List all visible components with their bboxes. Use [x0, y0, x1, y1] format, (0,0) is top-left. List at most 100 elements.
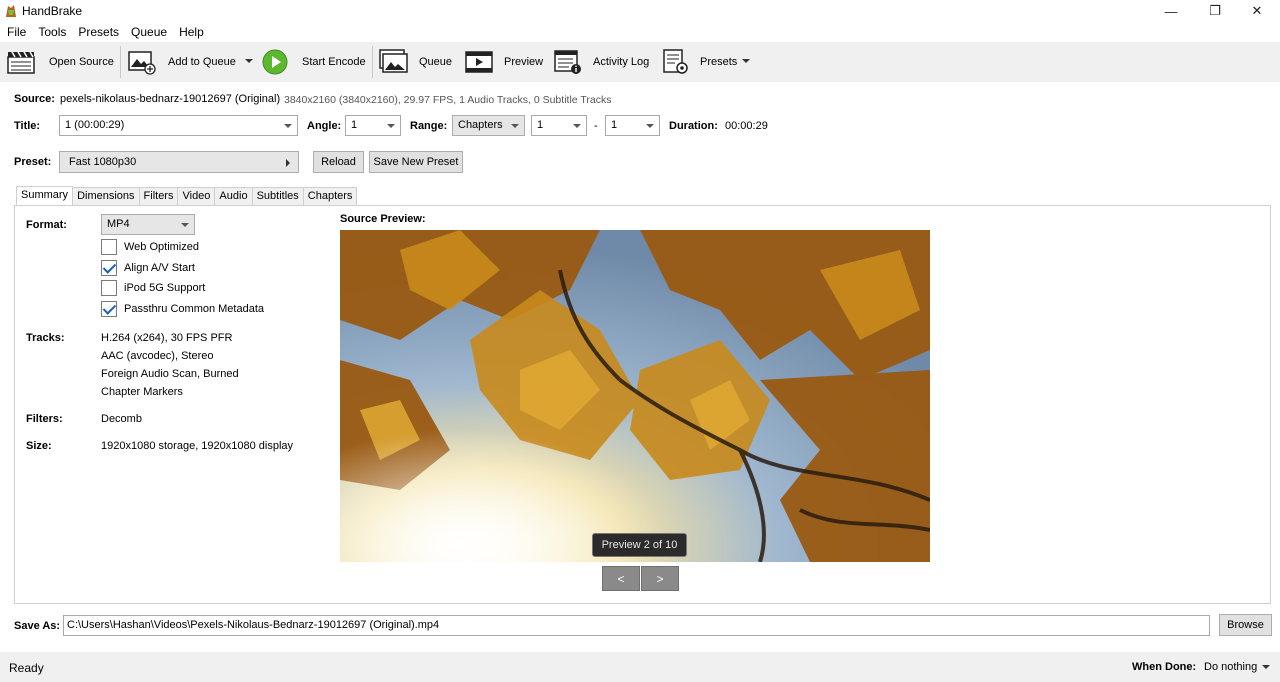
menu-help[interactable]: Help: [173, 25, 210, 39]
duration-label: Duration:: [669, 120, 718, 132]
handbrake-logo-icon: [6, 5, 16, 17]
open-source-button[interactable]: Open Source: [49, 56, 114, 68]
save-as-label: Save As:: [14, 620, 61, 632]
format-select[interactable]: MP4: [101, 214, 195, 235]
web-optimized-checkbox[interactable]: [101, 239, 117, 255]
browse-button[interactable]: Browse: [1219, 614, 1272, 636]
menu-queue[interactable]: Queue: [125, 25, 173, 39]
presets-button[interactable]: Presets: [700, 56, 737, 68]
play-icon[interactable]: [261, 48, 291, 76]
menu-file[interactable]: File: [0, 25, 32, 39]
source-preview-image: [340, 230, 930, 562]
previous-preview-button[interactable]: <: [602, 566, 640, 591]
source-preview-label: Source Preview:: [340, 213, 426, 225]
chevron-right-icon: [286, 159, 290, 167]
chevron-down-icon: [387, 124, 395, 128]
minimize-button[interactable]: —: [1148, 0, 1194, 22]
ipod-5g-support-label: iPod 5G Support: [124, 282, 206, 294]
save-new-preset-button[interactable]: Save New Preset: [369, 151, 463, 173]
presets-icon[interactable]: [661, 48, 691, 76]
tab-audio[interactable]: Audio: [214, 187, 253, 205]
activity-log-button[interactable]: Activity Log: [593, 56, 649, 68]
tracks-label: Tracks:: [26, 332, 65, 344]
source-info: 3840x2160 (3840x2160), 29.97 FPS, 1 Audi…: [284, 94, 612, 106]
range-type-select[interactable]: Chapters: [452, 115, 525, 136]
duration-value: 00:00:29: [725, 120, 768, 132]
range-end-value: 1: [611, 119, 618, 131]
chevron-down-icon: [284, 124, 292, 128]
save-as-path-value: C:\Users\Hashan\Videos\Pexels-Nikolaus-B…: [67, 619, 440, 631]
range-type-value: Chapters: [458, 119, 503, 131]
range-end-select[interactable]: 1: [605, 115, 660, 136]
menu-presets[interactable]: Presets: [72, 25, 125, 39]
align-av-start-checkbox[interactable]: [101, 260, 117, 276]
toolbar-separator: [372, 46, 373, 78]
tab-video[interactable]: Video: [177, 187, 216, 205]
window-title: HandBrake: [22, 4, 83, 18]
queue-button[interactable]: Queue: [419, 56, 452, 68]
passthru-metadata-label: Passthru Common Metadata: [124, 303, 265, 315]
preview-button[interactable]: Preview: [504, 56, 543, 68]
preview-counter: Preview 2 of 10: [592, 533, 687, 557]
source-label: Source:: [14, 93, 55, 105]
range-label: Range:: [410, 120, 448, 132]
title-select-value: 1 (00:00:29): [65, 119, 125, 131]
size-label: Size:: [26, 440, 52, 452]
track-item: AAC (avcodec), Stereo: [101, 350, 214, 362]
ipod-5g-support-checkbox[interactable]: [101, 280, 117, 296]
chevron-down-icon: [573, 124, 581, 128]
preset-selector[interactable]: Fast 1080p30: [59, 151, 299, 173]
tab-bar: Summary Dimensions Filters Video Audio S…: [16, 186, 358, 206]
tab-summary[interactable]: Summary: [16, 186, 74, 206]
preset-label: Preset:: [14, 156, 52, 168]
toolbar-separator: [120, 46, 121, 78]
angle-select-value: 1: [351, 119, 358, 131]
when-done-select[interactable]: Do nothing: [1204, 661, 1257, 673]
track-item: Chapter Markers: [101, 386, 183, 398]
when-done-label: When Done:: [1132, 661, 1197, 673]
menu-tools[interactable]: Tools: [32, 25, 72, 39]
tab-filters[interactable]: Filters: [138, 187, 179, 205]
track-item: Foreign Audio Scan, Burned: [101, 368, 239, 380]
tab-subtitles[interactable]: Subtitles: [251, 187, 304, 205]
range-start-select[interactable]: 1: [531, 115, 587, 136]
status-bar: Ready When Done: Do nothing: [0, 652, 1280, 682]
queue-icon[interactable]: [378, 48, 408, 76]
maximize-button[interactable]: ❐: [1192, 0, 1238, 22]
angle-label: Angle:: [307, 120, 342, 132]
track-item: H.264 (x264), 30 FPS PFR: [101, 332, 233, 344]
close-button[interactable]: ✕: [1234, 0, 1280, 22]
save-as-path-input[interactable]: C:\Users\Hashan\Videos\Pexels-Nikolaus-B…: [63, 615, 1210, 636]
add-to-queue-button[interactable]: Add to Queue: [168, 56, 236, 68]
range-dash: -: [594, 120, 598, 132]
chevron-down-icon: [181, 223, 189, 227]
chevron-down-icon: [646, 124, 654, 128]
add-to-queue-dropdown-icon[interactable]: [245, 59, 253, 63]
range-start-value: 1: [537, 119, 544, 131]
next-preview-button[interactable]: >: [641, 566, 679, 591]
film-preview-icon[interactable]: [464, 48, 494, 76]
title-select[interactable]: 1 (00:00:29): [59, 115, 298, 136]
filters-label: Filters:: [26, 413, 63, 425]
title-label: Title:: [14, 120, 41, 132]
web-optimized-label: Web Optimized: [124, 241, 199, 253]
status-text: Ready: [9, 661, 44, 675]
start-encode-button[interactable]: Start Encode: [302, 56, 366, 68]
angle-select[interactable]: 1: [345, 115, 401, 136]
activity-log-icon[interactable]: [553, 48, 583, 76]
add-to-queue-icon[interactable]: [127, 48, 157, 76]
reload-button[interactable]: Reload: [313, 151, 364, 173]
chevron-down-icon: [511, 124, 519, 128]
clapperboard-icon[interactable]: [6, 48, 36, 76]
tab-chapters[interactable]: Chapters: [302, 187, 358, 205]
menu-bar: File Tools Presets Queue Help: [0, 22, 1280, 42]
tab-dimensions[interactable]: Dimensions: [72, 187, 140, 205]
chevron-down-icon[interactable]: [1262, 665, 1270, 669]
toolbar: Open Source Add to Queue Start Encode Qu…: [0, 42, 1280, 82]
presets-dropdown-icon[interactable]: [742, 59, 750, 63]
passthru-metadata-checkbox[interactable]: [101, 301, 117, 317]
size-value: 1920x1080 storage, 1920x1080 display: [101, 440, 294, 452]
filters-value: Decomb: [101, 413, 142, 425]
align-av-start-label: Align A/V Start: [124, 262, 195, 274]
format-label: Format:: [26, 219, 67, 231]
